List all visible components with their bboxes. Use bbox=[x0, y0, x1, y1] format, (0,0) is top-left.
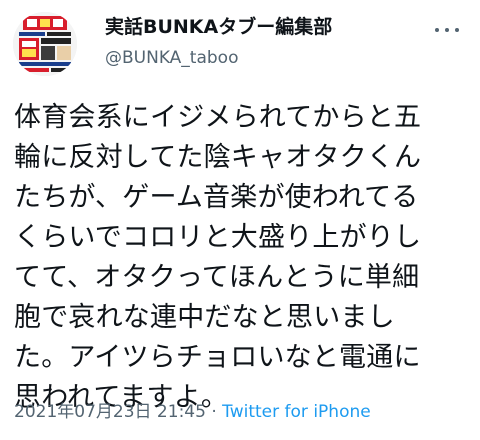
tweet-body-line: た。アイツらチョロいなと電通に bbox=[14, 342, 421, 373]
tweet-body-line: てて、オタクってほんとうに単細 bbox=[14, 262, 420, 293]
tweet-body-line: 体育会系にイジメられてからと五 bbox=[14, 102, 422, 133]
avatar[interactable] bbox=[13, 12, 77, 76]
tweet-card: 実話BUNKAタブー編集部 @BUNKA_taboo 体育会系にイジメられてから… bbox=[0, 0, 480, 440]
tweet-meta: 2021年07月23日 21:45 · Twitter for iPhone bbox=[14, 400, 371, 424]
tweet-body-line: たちが、ゲーム音楽が使われてる bbox=[14, 182, 419, 213]
tweet-body-line: 胞で哀れな連中だなと思いまし bbox=[14, 302, 395, 333]
more-dot bbox=[455, 28, 459, 32]
more-dot bbox=[445, 28, 449, 32]
author-handle[interactable]: @BUNKA_taboo bbox=[105, 46, 332, 70]
tweet-source-link[interactable]: Twitter for iPhone bbox=[222, 402, 371, 422]
magazine-cover-avatar-icon bbox=[13, 12, 77, 76]
tweet-header: 実話BUNKAタブー編集部 @BUNKA_taboo bbox=[13, 12, 467, 76]
tweet-body: 体育会系にイジメられてからと五 輪に反対してた陰キャオタクくん たちが、ゲーム音… bbox=[14, 98, 474, 418]
meta-separator: · bbox=[205, 402, 223, 422]
more-options-button[interactable] bbox=[433, 16, 461, 44]
more-horizontal-icon bbox=[435, 28, 459, 32]
more-dot bbox=[435, 28, 439, 32]
tweet-body-line: 輪に反対してた陰キャオタクくん bbox=[14, 142, 422, 173]
author-display-name[interactable]: 実話BUNKAタブー編集部 bbox=[105, 14, 332, 40]
tweet-body-line: くらいでコロリと大盛り上がりし bbox=[14, 222, 422, 253]
tweet-timestamp[interactable]: 2021年07月23日 21:45 bbox=[14, 402, 206, 422]
author-names: 実話BUNKAタブー編集部 @BUNKA_taboo bbox=[105, 14, 332, 70]
